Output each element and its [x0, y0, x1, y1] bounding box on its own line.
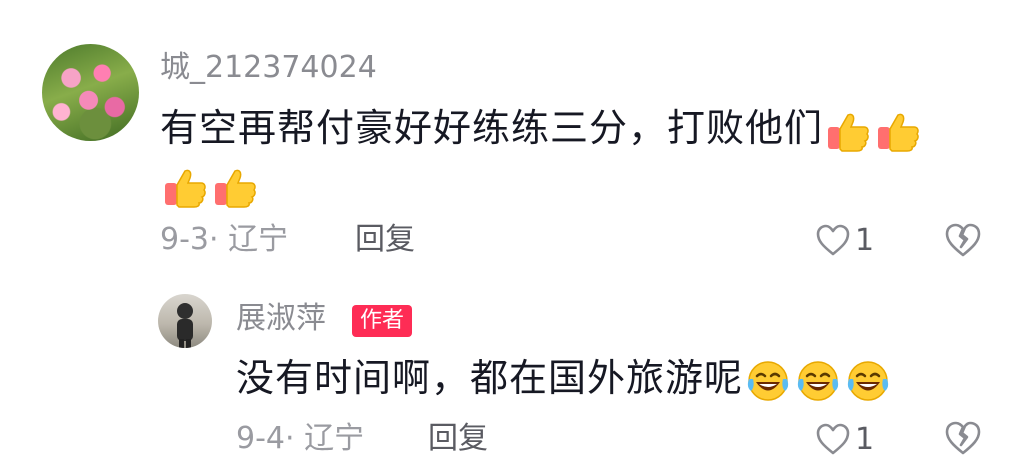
reply-text-content: 没有时间啊，都在国外旅游呢 [236, 356, 744, 400]
like-button[interactable]: 1 [815, 220, 874, 260]
thumbs-up-icon [876, 109, 920, 153]
broken-heart-icon [944, 420, 982, 456]
reply-dislike-button[interactable] [944, 420, 982, 458]
thumbs-up-icon [826, 109, 870, 153]
person-silhouette-icon [177, 303, 193, 348]
author-badge: 作者 [352, 305, 413, 337]
reply-reply-button[interactable]: 回复 [428, 419, 488, 459]
comment-username[interactable]: 城_212374024 [160, 50, 377, 86]
heart-icon [815, 422, 851, 456]
reply-button[interactable]: 回复 [355, 220, 415, 260]
reply-text: 没有时间啊，都在国外旅游呢 [236, 350, 976, 406]
reply-like-count: 1 [855, 421, 875, 457]
comment-item: 城_212374024 有空再帮付豪好好练练三分，打败他们 9-3· 辽宁 回复… [0, 0, 1024, 270]
comment-date-location: 9-3· 辽宁 [160, 222, 289, 257]
like-count: 1 [855, 222, 875, 258]
broken-heart-icon [944, 222, 982, 258]
reply-avatar[interactable] [158, 294, 212, 348]
laughing-crying-icon [846, 359, 890, 403]
avatar[interactable] [42, 44, 139, 141]
comment-text-content: 有空再帮付豪好好练练三分，打败他们 [160, 106, 824, 150]
laughing-crying-icon [796, 359, 840, 403]
laughing-crying-icon [746, 359, 790, 403]
dislike-button[interactable] [944, 222, 982, 260]
reply-like-button[interactable]: 1 [815, 419, 874, 459]
comment-text: 有空再帮付豪好好练练三分，打败他们 [160, 100, 970, 212]
reply-username[interactable]: 展淑萍 [236, 300, 326, 338]
thumbs-up-icon [163, 165, 207, 209]
thumbs-up-icon [213, 165, 257, 209]
reply-date-location: 9-4· 辽宁 [236, 421, 365, 456]
heart-icon [815, 223, 851, 257]
